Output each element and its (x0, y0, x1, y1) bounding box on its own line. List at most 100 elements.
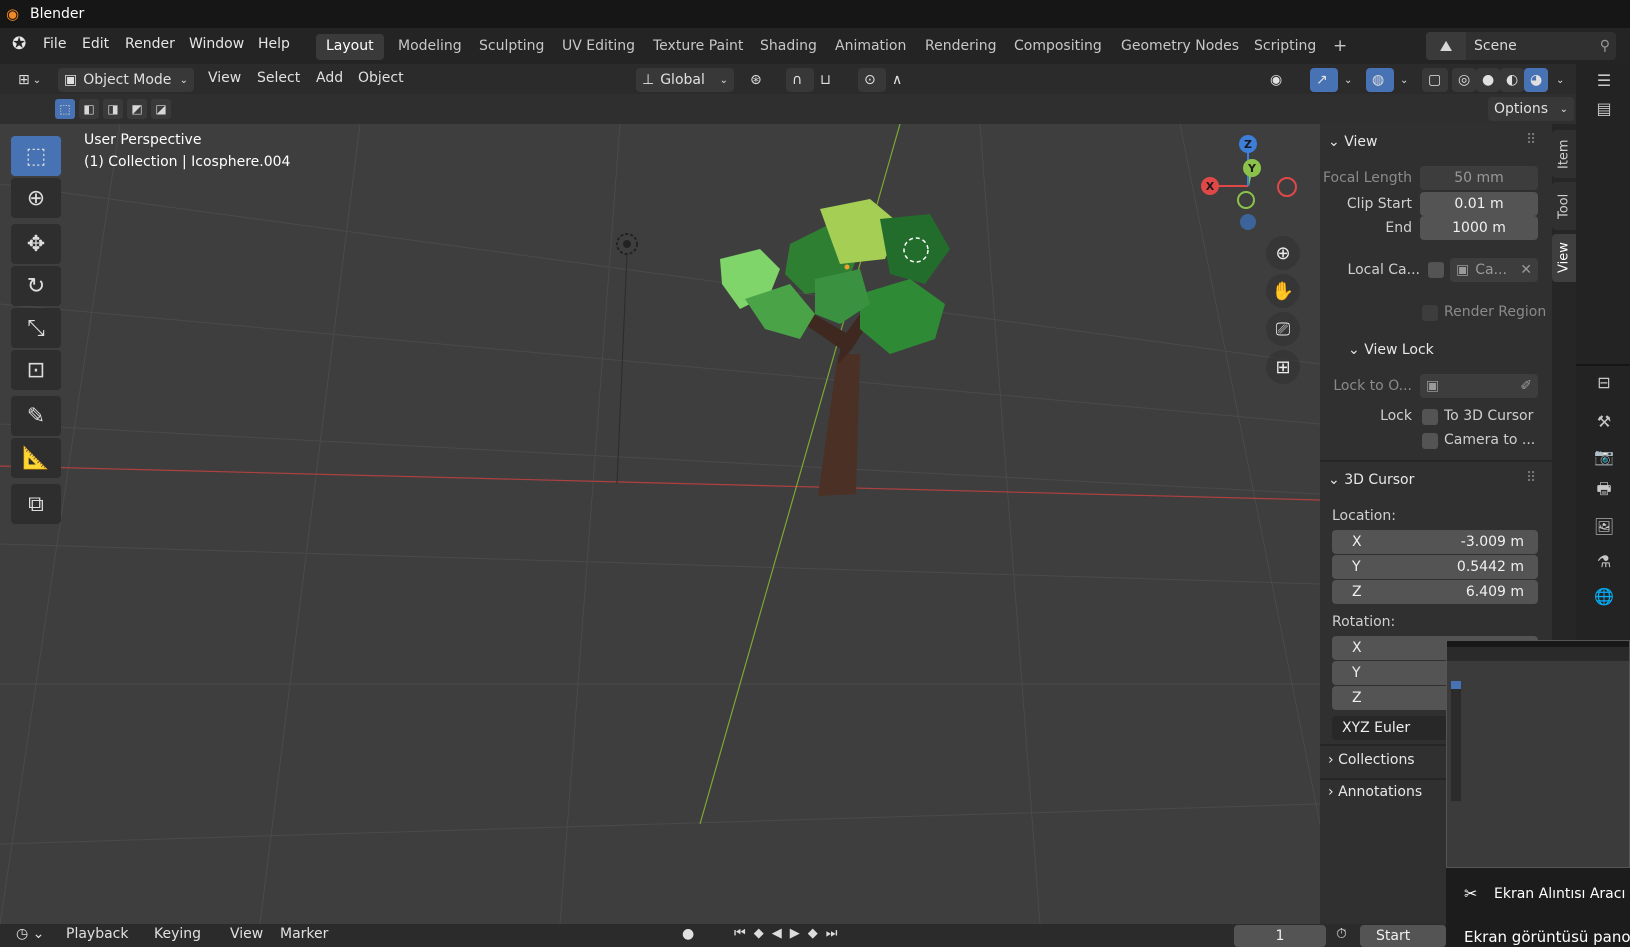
annotations-section-header[interactable]: › Annotations (1328, 784, 1422, 800)
header-menu-select[interactable]: Select (257, 70, 300, 86)
overlay-dropdown[interactable]: ⌄ (1394, 68, 1412, 92)
orientation-dropdown[interactable]: ⊥ Global ⌄ (636, 68, 734, 92)
header-menu-object[interactable]: Object (358, 70, 404, 86)
add-cube-tool[interactable]: ⧉ (11, 484, 61, 524)
3d-viewport[interactable]: User Perspective (1) Collection | Icosph… (0, 124, 1320, 924)
perspective-grid-icon[interactable]: ⊞ (1266, 350, 1300, 384)
annotate-tool[interactable]: ✎ (11, 396, 61, 436)
pan-hand-icon[interactable]: ✋ (1266, 274, 1300, 308)
gizmo-neg-z-handle[interactable] (1240, 214, 1256, 230)
tab-rendering[interactable]: Rendering (915, 34, 1007, 60)
gizmo-dropdown[interactable]: ⌄ (1338, 68, 1356, 92)
lock-to-cursor-checkbox[interactable] (1422, 409, 1438, 425)
cursor-location-x[interactable]: X -3.009 m (1332, 530, 1538, 554)
gizmo-neg-x-handle[interactable] (1277, 177, 1297, 197)
select-box-tool[interactable]: ⬚ (11, 136, 61, 176)
notification-toast[interactable]: ✂ Ekran Alıntısı Aracı Ekran görüntüsü p… (1446, 868, 1630, 947)
view-lock-section-header[interactable]: ⌄ View Lock (1348, 342, 1434, 358)
select-invert-icon[interactable]: ◩ (127, 99, 147, 119)
select-intersect-icon[interactable]: ◪ (151, 99, 171, 119)
camera-icon[interactable]: ⎚ (1266, 312, 1300, 346)
timeline-menu-playback[interactable]: Playback (66, 926, 128, 942)
outliner-filter-icon[interactable]: ▤ (1592, 96, 1616, 120)
outliner-icon[interactable]: ☰ (1592, 68, 1616, 92)
zoom-icon[interactable]: ⊕ (1266, 236, 1300, 270)
lock-to-object-field[interactable]: ▣ ✐ (1420, 374, 1538, 398)
transform-tool[interactable]: ⊡ (11, 350, 61, 390)
gizmo-neg-y-handle[interactable] (1237, 191, 1255, 209)
select-subtract-icon[interactable]: ◨ (103, 99, 123, 119)
shading-solid[interactable]: ● (1476, 68, 1500, 92)
tab-sculpting[interactable]: Sculpting (469, 34, 554, 60)
pin-icon[interactable]: ⚲ (1600, 38, 1610, 54)
options-dropdown[interactable]: Options ⌄ (1488, 97, 1574, 121)
properties-editor-icon[interactable]: ⊟ (1592, 370, 1616, 394)
shading-wireframe[interactable]: ◎ (1452, 68, 1476, 92)
shading-rendered[interactable]: ◕ (1524, 68, 1548, 92)
sidebar-tab-view[interactable]: View (1552, 234, 1576, 282)
current-frame-field[interactable]: 1 (1234, 925, 1326, 947)
start-frame-field[interactable]: Start (1360, 925, 1446, 947)
xray-toggle[interactable]: ▢ (1422, 68, 1448, 92)
tab-compositing[interactable]: Compositing (1004, 34, 1112, 60)
world-properties-icon[interactable]: 🌐 (1592, 584, 1616, 608)
menu-file[interactable]: File (43, 36, 66, 52)
scene-selector-icon[interactable]: ⛰ (1426, 32, 1466, 60)
tab-layout[interactable]: Layout (316, 34, 384, 60)
sidebar-tab-item[interactable]: Item (1552, 130, 1576, 178)
navigation-gizmo[interactable]: X Y Z (1190, 130, 1300, 230)
scene-name-field[interactable]: Scene ⚲ (1466, 32, 1616, 60)
tab-geometry-nodes[interactable]: Geometry Nodes (1111, 34, 1249, 60)
menu-edit[interactable]: Edit (82, 36, 109, 52)
tab-modeling[interactable]: Modeling (388, 34, 472, 60)
next-keyframe-icon[interactable]: ◆ (808, 926, 818, 946)
prev-keyframe-icon[interactable]: ◆ (754, 926, 764, 946)
sidebar-tab-tool[interactable]: Tool (1552, 182, 1576, 230)
menu-help[interactable]: Help (258, 36, 290, 52)
add-workspace-button[interactable]: + (1323, 32, 1357, 58)
cursor-location-y[interactable]: Y 0.5442 m (1332, 555, 1538, 579)
header-menu-add[interactable]: Add (316, 70, 343, 86)
cursor-tool[interactable]: ⊕ (11, 178, 61, 218)
falloff-button[interactable]: ∧ (886, 68, 926, 92)
output-properties-icon[interactable]: 🖶 (1592, 479, 1616, 503)
view-layer-icon[interactable]: 🖼 (1592, 514, 1616, 538)
timeline-menu-keying[interactable]: Keying (154, 926, 201, 942)
blender-menu-icon[interactable]: ✪ (12, 34, 26, 54)
snap-toggle[interactable]: ∩ (786, 68, 814, 92)
tab-uv-editing[interactable]: UV Editing (552, 34, 645, 60)
view-section-header[interactable]: ⌄ View (1328, 134, 1377, 150)
tree-model[interactable] (720, 199, 950, 496)
tab-scripting[interactable]: Scripting (1244, 34, 1326, 60)
shading-dropdown[interactable]: ⌄ (1550, 68, 1568, 92)
scale-tool[interactable]: ⤡ (11, 308, 61, 348)
jump-start-icon[interactable]: ⏮ (734, 926, 746, 946)
tool-properties-icon[interactable]: ⚒ (1592, 409, 1616, 433)
timeline-editor-icon[interactable]: ◷ ⌄ (16, 926, 44, 942)
rotate-tool[interactable]: ↻ (11, 266, 61, 306)
cursor-section-header[interactable]: ⌄ 3D Cursor (1328, 472, 1414, 488)
pivot-point-button[interactable]: ⊛ (744, 68, 784, 92)
local-camera-checkbox[interactable] (1428, 262, 1444, 278)
proportional-edit-toggle[interactable]: ⊙ (858, 68, 886, 92)
collections-section-header[interactable]: › Collections (1328, 752, 1415, 768)
tab-shading[interactable]: Shading (750, 34, 827, 60)
clear-icon[interactable]: ✕ (1520, 262, 1532, 278)
screenshot-thumbnail[interactable] (1446, 640, 1630, 868)
drag-handle-icon[interactable]: ⠿ (1526, 470, 1536, 486)
local-camera-field[interactable]: ▣ Ca... ✕ (1450, 258, 1538, 282)
scene-properties-icon[interactable]: ⚗ (1592, 549, 1616, 573)
menu-render[interactable]: Render (125, 36, 175, 52)
visibility-button[interactable]: ◉ (1264, 68, 1304, 92)
play-icon[interactable]: ▶ (790, 926, 800, 946)
cursor-location-z[interactable]: Z 6.409 m (1332, 580, 1538, 604)
header-menu-view[interactable]: View (208, 70, 241, 86)
overlay-toggle[interactable]: ◍ (1366, 68, 1394, 92)
mode-dropdown[interactable]: ▣ Object Mode ⌄ (58, 68, 194, 92)
drag-handle-icon[interactable]: ⠿ (1526, 132, 1536, 148)
tab-texture-paint[interactable]: Texture Paint (643, 34, 753, 60)
clip-end-field[interactable]: 1000 m (1420, 216, 1538, 240)
clip-start-field[interactable]: 0.01 m (1420, 192, 1538, 216)
focal-length-field[interactable]: 50 mm (1420, 166, 1538, 190)
editor-type-button[interactable]: ⊞ ⌄ (12, 68, 48, 92)
